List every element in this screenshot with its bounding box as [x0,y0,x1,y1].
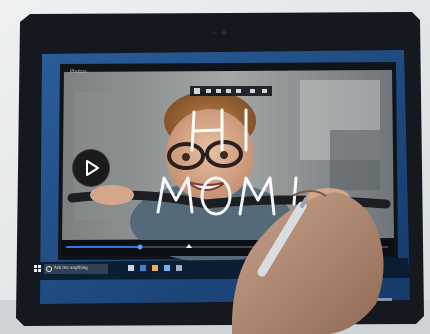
task-view-icon [128,265,134,271]
video-window-title: Photos [70,69,87,75]
child-eye-left [182,153,190,161]
child-hand-left [90,185,134,205]
taskbar-search-box[interactable]: Ask me anything [44,264,108,274]
photos-app-icon [176,265,182,271]
file-explorer-icon [152,265,158,271]
scene-illustration [0,0,430,334]
play-button[interactable] [72,149,110,187]
seek-thumb[interactable] [137,244,143,250]
camera-dot [221,30,227,36]
room-furniture [330,130,380,190]
edge-icon [140,265,146,271]
store-icon [164,265,170,271]
seek-progress [66,246,140,248]
sensor-dot [212,31,216,35]
child-eye-right [220,151,228,159]
search-icon [46,266,52,272]
search-placeholder: Ask me anything [54,265,88,270]
play-icon [86,160,99,176]
glasses-bridge [202,152,208,157]
photo-scene: Photos Ask me anything [0,0,430,334]
